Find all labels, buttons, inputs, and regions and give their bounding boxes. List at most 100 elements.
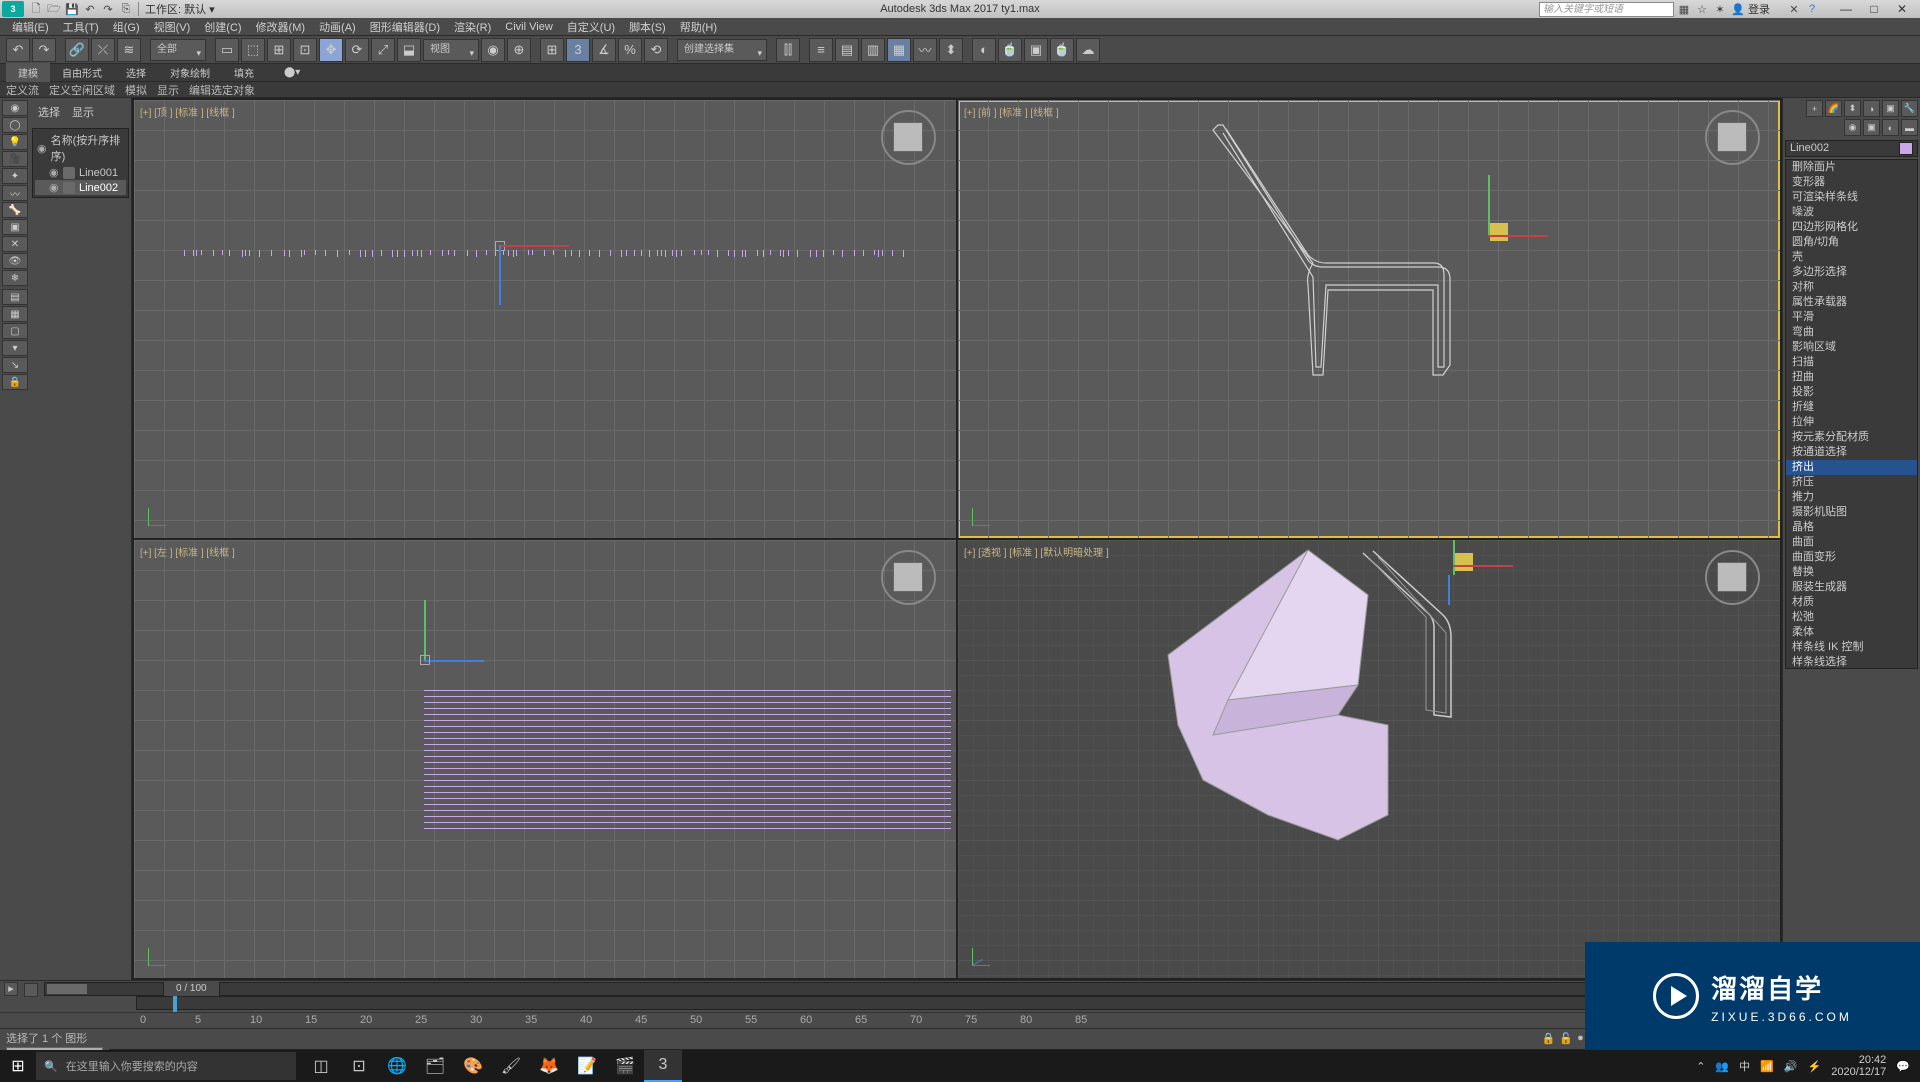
mirror-button[interactable]: ⫿⫿ (776, 38, 800, 62)
workspace-dropdown[interactable]: 工作区: 默认 ▾ (145, 1, 215, 17)
modifier-item[interactable]: 属性承载器 (1786, 295, 1917, 310)
favorite-icon[interactable]: ☆ (1694, 1, 1710, 17)
link-icon[interactable]: ⎘ (118, 1, 134, 17)
frame-indicator[interactable]: 0 / 100 (170, 983, 213, 994)
modifier-item[interactable]: 服装生成器 (1786, 580, 1917, 595)
tray-volume-icon[interactable]: 🔊 (1784, 1060, 1798, 1073)
ribbon-tab-freeform[interactable]: 自由形式 (50, 63, 114, 82)
ribbon-tab-select[interactable]: 选择 (114, 63, 158, 82)
scene-item-line002[interactable]: ◉ Line002 (35, 180, 126, 195)
modifier-item[interactable]: 多边形选择 (1786, 265, 1917, 280)
undo-icon[interactable]: ↶ (82, 1, 98, 17)
mini-curve-icon[interactable] (24, 983, 38, 997)
se-filter-geom-icon[interactable]: ◉ (2, 100, 28, 116)
align-button[interactable]: ≡ (809, 38, 833, 62)
tray-ime-icon[interactable]: 中 (1739, 1058, 1750, 1074)
tb-app-firefox[interactable]: 🦊 (530, 1050, 568, 1082)
tb-app-3dsmax[interactable]: 3 (644, 1050, 682, 1082)
cp-sub1-icon[interactable]: ◉ (1844, 119, 1861, 136)
snap-button[interactable]: 3 (566, 38, 590, 62)
open-icon[interactable]: 🗁 (46, 1, 62, 17)
modifier-item[interactable]: 圆角/切角 (1786, 235, 1917, 250)
exchange-icon[interactable]: ✶ (1712, 1, 1728, 17)
tb-app-paint[interactable]: 🎨 (454, 1050, 492, 1082)
tray-people-icon[interactable]: 👥 (1715, 1060, 1729, 1073)
tray-notification-icon[interactable]: 💬 (1896, 1060, 1910, 1073)
render-button[interactable]: 🍵 (1050, 38, 1074, 62)
se-filter-bone-icon[interactable]: 🦴 (2, 202, 28, 218)
se-filter-frozen-icon[interactable]: ❄ (2, 270, 28, 286)
eye-icon[interactable]: ◉ (37, 142, 47, 155)
modifier-item[interactable]: 样条线 IK 控制 (1786, 640, 1917, 655)
subribbon-defflow[interactable]: 定义流 (6, 82, 39, 98)
se-filter-shape-icon[interactable]: ◯ (2, 117, 28, 133)
login-link[interactable]: 登录 (1748, 1, 1770, 17)
select-button[interactable]: ▭ (215, 38, 239, 62)
tray-battery-icon[interactable]: ⚡ (1808, 1060, 1822, 1073)
cp-utility-tab[interactable]: 🔧 (1901, 100, 1918, 117)
modifier-item[interactable]: 柔体 (1786, 625, 1917, 640)
lock-icon[interactable]: 🔓 (1559, 1032, 1573, 1045)
modifier-item[interactable]: 按通道选择 (1786, 445, 1917, 460)
object-color-swatch[interactable] (1899, 142, 1913, 155)
lock-icon[interactable]: 🔒 (1542, 1032, 1556, 1045)
tb-app-edge[interactable]: 🌐 (378, 1050, 416, 1082)
viewcube[interactable] (881, 110, 936, 165)
viewport-perspective[interactable]: [+] [透视 ] [标准 ] [默认明暗处理 ] (958, 540, 1780, 978)
cp-modify-tab[interactable]: 🌈 (1825, 100, 1842, 117)
taskbar-search[interactable]: 🔍 在这里输入你要搜索的内容 (36, 1052, 296, 1080)
window-crossing-button[interactable]: ⊞ (267, 38, 291, 62)
modifier-item[interactable]: 可渲染样条线 (1786, 190, 1917, 205)
viewcube[interactable] (881, 550, 936, 605)
se-filter-light-icon[interactable]: 💡 (2, 134, 28, 150)
ref-coord-dropdown[interactable]: 视图 (423, 39, 479, 61)
se-tool3-icon[interactable]: ▢ (2, 323, 28, 339)
viewport-label[interactable]: [+] [顶 ] [标准 ] [线框 ] (140, 104, 235, 119)
modifier-item[interactable]: 拉伸 (1786, 415, 1917, 430)
menu-graph-editor[interactable]: 图形编辑器(D) (364, 18, 446, 36)
modifier-item[interactable]: 删除面片 (1786, 160, 1917, 175)
rotate-button[interactable]: ⟳ (345, 38, 369, 62)
manipulate-button[interactable]: ⊕ (507, 38, 531, 62)
modifier-item[interactable]: 按元素分配材质 (1786, 430, 1917, 445)
layer-button[interactable]: ▤ (835, 38, 859, 62)
modifier-item[interactable]: 噪波 (1786, 205, 1917, 220)
link-button[interactable]: 🔗 (65, 38, 89, 62)
cp-sub3-icon[interactable]: ◐ (1882, 119, 1899, 136)
placement-button[interactable]: ⬓ (397, 38, 421, 62)
rect-select-button[interactable]: ⬚ (241, 38, 265, 62)
close-button[interactable]: ✕ (1888, 1, 1916, 17)
modifier-item[interactable]: 推力 (1786, 490, 1917, 505)
menu-create[interactable]: 创建(C) (198, 18, 247, 36)
modifier-item[interactable]: 投影 (1786, 385, 1917, 400)
toggle-ribbon-button[interactable]: ▦ (887, 38, 911, 62)
modifier-item[interactable]: 样条线选择 (1786, 655, 1917, 669)
tb-app-notes[interactable]: 📝 (568, 1050, 606, 1082)
curve-editor-button[interactable]: 〰 (913, 38, 937, 62)
viewport-hscroll[interactable] (44, 982, 164, 996)
named-selection-dropdown[interactable]: 创建选择集 (677, 39, 767, 61)
help-search-input[interactable]: 输入关键字或短语 (1539, 2, 1674, 17)
se-tool4-icon[interactable]: ▾ (2, 340, 28, 356)
spinner-snap-button[interactable]: ⟲ (644, 38, 668, 62)
object-name-field[interactable]: Line002 (1785, 140, 1918, 157)
subscription-icon[interactable]: ▦ (1676, 1, 1692, 17)
scene-tab-display[interactable]: 显示 (72, 104, 94, 120)
viewcube[interactable] (1705, 550, 1760, 605)
modifier-item[interactable]: 变形器 (1786, 175, 1917, 190)
minimize-button[interactable]: — (1832, 1, 1860, 17)
cloud-icon[interactable]: ✕ (1786, 1, 1802, 17)
undo-button[interactable]: ↶ (6, 38, 30, 62)
pivot-button[interactable]: ◉ (481, 38, 505, 62)
modifier-item[interactable]: 扭曲 (1786, 370, 1917, 385)
modifier-list[interactable]: 删除面片变形器可渲染样条线噪波四边形网格化圆角/切角壳多边形选择对称属性承载器平… (1785, 159, 1918, 669)
modifier-item[interactable]: 扫描 (1786, 355, 1917, 370)
modifier-item[interactable]: 替换 (1786, 565, 1917, 580)
se-tool1-icon[interactable]: ▤ (2, 289, 28, 305)
menu-edit[interactable]: 编辑(E) (6, 18, 55, 36)
se-filter-helper-icon[interactable]: ✦ (2, 168, 28, 184)
paint-select-button[interactable]: ⊡ (293, 38, 317, 62)
selection-filter-dropdown[interactable]: 全部 (150, 39, 206, 61)
modifier-item[interactable]: 影响区域 (1786, 340, 1917, 355)
modifier-item[interactable]: 晶格 (1786, 520, 1917, 535)
